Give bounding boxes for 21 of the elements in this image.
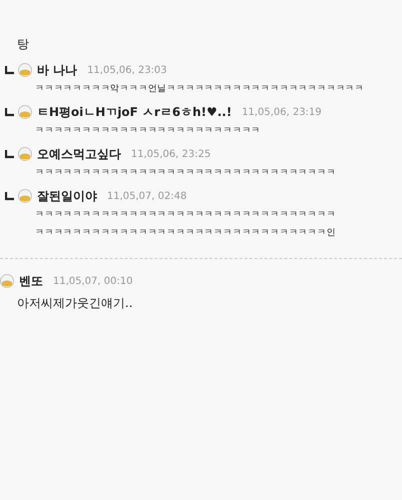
reply-text: ㅋㅋㅋㅋㅋㅋㅋㅋㅋㅋㅋㅋㅋㅋㅋㅋㅋㅋㅋㅋㅋㅋㅋㅋ bbox=[35, 125, 262, 138]
author-name: ㅌH평oiㄴHㄲjoF ㅅrㄹ6ㅎh!♥..! bbox=[37, 104, 232, 120]
comment-date: 11,05,06, 23:03 bbox=[87, 64, 167, 76]
author-name: 오예스먹고싶다 bbox=[37, 146, 121, 162]
reply-text: ㅋㅋㅋㅋㅋㅋㅋㅋㅋㅋㅋㅋㅋㅋㅋㅋㅋㅋㅋㅋㅋㅋㅋㅋㅋㅋㅋㅋㅋㅋㅋㅋ bbox=[35, 167, 337, 180]
post-text: 탕 bbox=[17, 36, 30, 53]
avatar-icon bbox=[18, 147, 32, 161]
avatar-icon bbox=[18, 63, 32, 77]
comment-date: 11,05,06, 23:19 bbox=[242, 106, 322, 118]
author-name: 바 나나 bbox=[37, 62, 78, 78]
comment-date: 11,05,07, 00:10 bbox=[53, 276, 133, 286]
author-name: 벤또 bbox=[19, 272, 43, 290]
reply-text: ㅋㅋㅋㅋㅋㅋㅋㅋㅋㅋㅋㅋㅋㅋㅋㅋㅋㅋㅋㅋㅋㅋㅋㅋㅋㅋㅋㅋㅋㅋㅋㅋ bbox=[35, 209, 337, 222]
author-name: 잘된일이야 bbox=[37, 188, 97, 204]
avatar-icon bbox=[18, 189, 32, 203]
avatar-icon bbox=[18, 105, 32, 119]
comment-text: 아저씨제가웃긴얘기.. bbox=[17, 295, 134, 312]
reply-text: ㅋㅋㅋㅋㅋㅋㅋㅋ악ㅋㅋㅋ언닐ㅋㅋㅋㅋㅋㅋㅋㅋㅋㅋㅋㅋㅋㅋㅋㅋㅋㅋㅋㅋㅋ bbox=[35, 83, 365, 96]
comment-date: 11,05,07, 02:48 bbox=[107, 190, 187, 202]
reply-text: ㅋㅋㅋㅋㅋㅋㅋㅋㅋㅋㅋㅋㅋㅋㅋㅋㅋㅋㅋㅋㅋㅋㅋㅋㅋㅋㅋㅋㅋㅋㅋ인 bbox=[35, 227, 337, 240]
comment-date: 11,05,06, 23:25 bbox=[131, 148, 211, 160]
